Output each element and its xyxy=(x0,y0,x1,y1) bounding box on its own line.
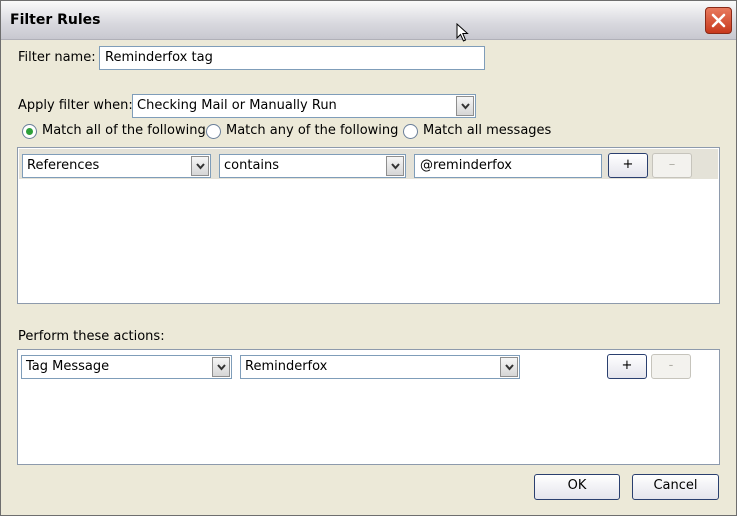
perform-actions-label: Perform these actions: xyxy=(18,329,165,344)
radio-circle xyxy=(403,124,418,139)
ok-button[interactable]: OK xyxy=(534,474,620,500)
title-bar: Filter Rules xyxy=(1,1,736,40)
action-target-select[interactable]: Reminderfox xyxy=(240,355,520,379)
action-target-value: Reminderfox xyxy=(245,359,328,374)
radio-circle xyxy=(22,124,37,139)
apply-filter-when-value: Checking Mail or Manually Run xyxy=(137,98,337,113)
chevron-down-icon xyxy=(391,163,400,170)
dropdown-button[interactable] xyxy=(386,156,404,176)
remove-rule-button[interactable]: – xyxy=(652,153,692,178)
radio-match-all-messages[interactable]: Match all messages xyxy=(403,123,551,140)
chevron-down-icon xyxy=(505,364,514,371)
chevron-down-icon xyxy=(217,364,226,371)
filter-name-input[interactable]: Reminderfox tag xyxy=(99,46,485,70)
add-action-button[interactable]: + xyxy=(607,354,647,379)
apply-filter-when-select[interactable]: Checking Mail or Manually Run xyxy=(132,94,476,118)
rule-operator-value: contains xyxy=(224,158,280,173)
dropdown-button[interactable] xyxy=(212,357,230,377)
chevron-down-icon xyxy=(461,103,470,110)
rule-field-value: References xyxy=(27,158,100,173)
rule-operator-select[interactable]: contains xyxy=(219,154,406,178)
radio-match-all-messages-label: Match all messages xyxy=(423,123,552,138)
radio-match-any[interactable]: Match any of the following xyxy=(206,123,398,140)
add-rule-button[interactable]: + xyxy=(608,153,648,178)
dropdown-button[interactable] xyxy=(500,357,518,377)
radio-selected-dot xyxy=(26,128,33,135)
mouse-cursor-icon xyxy=(456,23,469,42)
dropdown-button[interactable] xyxy=(191,156,209,176)
rule-value-input[interactable]: @reminderfox xyxy=(414,154,602,178)
remove-action-button[interactable]: - xyxy=(651,354,691,379)
cancel-button[interactable]: Cancel xyxy=(632,474,719,500)
filter-name-label: Filter name: xyxy=(18,50,96,65)
apply-filter-when-label: Apply filter when: xyxy=(18,98,133,113)
filter-rules-dialog: Filter Rules Filter name: Reminderfox ta… xyxy=(0,0,737,516)
radio-match-any-label: Match any of the following xyxy=(226,123,399,138)
chevron-down-icon xyxy=(196,163,205,170)
radio-circle xyxy=(206,124,221,139)
close-icon xyxy=(711,13,726,28)
close-button[interactable] xyxy=(705,7,732,34)
window-title: Filter Rules xyxy=(10,12,101,28)
radio-match-all[interactable]: Match all of the following xyxy=(22,123,206,140)
dropdown-button[interactable] xyxy=(456,96,474,116)
radio-match-all-label: Match all of the following xyxy=(42,123,206,138)
action-type-select[interactable]: Tag Message xyxy=(21,355,232,379)
rule-field-select[interactable]: References xyxy=(22,154,211,178)
action-type-value: Tag Message xyxy=(26,359,110,374)
